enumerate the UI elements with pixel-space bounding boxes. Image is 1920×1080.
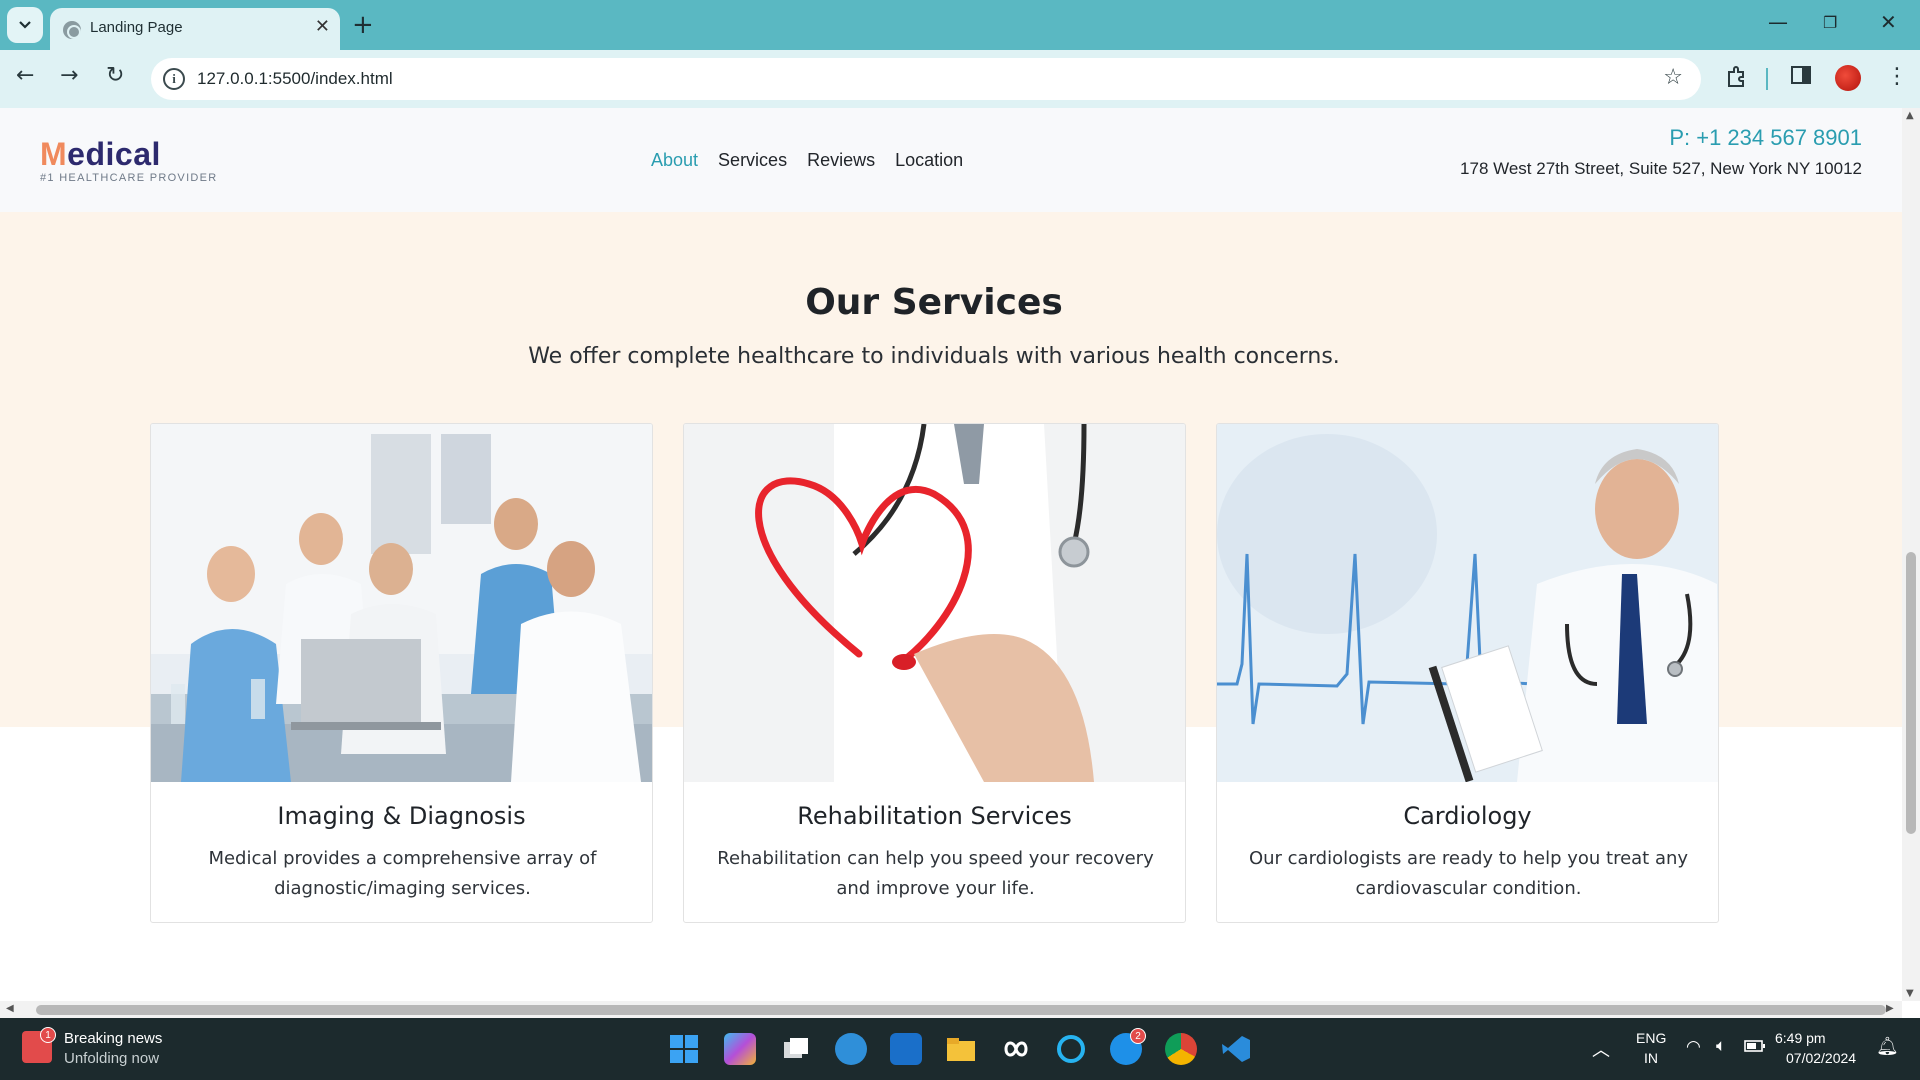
- volume-icon[interactable]: 🔈︎: [1716, 1036, 1726, 1056]
- service-card-imaging[interactable]: Imaging & Diagnosis Medical provides a c…: [150, 423, 653, 923]
- address-bar[interactable]: i 127.0.0.1:5500/index.html ☆: [151, 58, 1701, 100]
- reload-icon[interactable]: ↻: [106, 63, 124, 88]
- site-info-icon[interactable]: i: [163, 68, 185, 90]
- extensions-icon[interactable]: [1725, 64, 1749, 94]
- restore-icon[interactable]: ❐: [1823, 13, 1837, 32]
- browser-toolbar: ← → ↻ i 127.0.0.1:5500/index.html ☆ ⋮: [0, 50, 1920, 108]
- skype-badge: 2: [1130, 1028, 1146, 1044]
- page-viewport: Medical #1 HEALTHCARE PROVIDER About Ser…: [0, 108, 1902, 1001]
- main-nav: About Services Reviews Location: [651, 150, 963, 171]
- menu-kebab-icon[interactable]: ⋮: [1886, 64, 1908, 89]
- url-text[interactable]: 127.0.0.1:5500/index.html: [197, 69, 393, 89]
- browser-tab[interactable]: Landing Page ✕: [50, 8, 340, 50]
- minimize-icon[interactable]: —: [1768, 10, 1788, 34]
- close-window-icon[interactable]: ✕: [1880, 10, 1897, 34]
- language-region[interactable]: IN: [1644, 1050, 1658, 1066]
- scroll-right-arrow-icon[interactable]: ▶: [1886, 1003, 1894, 1014]
- new-tab-button[interactable]: +: [352, 10, 374, 40]
- card-title: Rehabilitation Services: [797, 802, 1072, 830]
- vscode-icon[interactable]: [1220, 1033, 1252, 1065]
- task-view-icon[interactable]: [780, 1033, 812, 1065]
- copilot-icon[interactable]: [724, 1033, 756, 1065]
- nav-reviews[interactable]: Reviews: [807, 150, 875, 171]
- cardiologist-photo: [1217, 424, 1718, 782]
- nav-services[interactable]: Services: [718, 150, 787, 171]
- bookmark-star-icon[interactable]: ☆: [1663, 65, 1683, 90]
- infinity-app-icon[interactable]: [1000, 1033, 1032, 1065]
- site-header: Medical #1 HEALTHCARE PROVIDER About Ser…: [0, 108, 1902, 212]
- news-badge: 1: [40, 1027, 56, 1043]
- myhp-icon[interactable]: [890, 1033, 922, 1065]
- taskbar: 1 Breaking news Unfolding now 2 ︿ ENG IN…: [0, 1018, 1920, 1080]
- notification-bell-icon[interactable]: 🔔︎: [1876, 1036, 1899, 1057]
- service-card-rehabilitation[interactable]: Rehabilitation Services Rehabilitation c…: [683, 423, 1186, 923]
- horizontal-scrollbar[interactable]: ◀ ▶: [0, 1001, 1902, 1018]
- card-title: Cardiology: [1403, 802, 1532, 830]
- wifi-icon[interactable]: ◠: [1686, 1037, 1701, 1057]
- back-icon[interactable]: ←: [16, 63, 34, 88]
- news-subtitle[interactable]: Unfolding now: [64, 1050, 159, 1067]
- phone-number[interactable]: P: +1 234 567 8901: [1669, 125, 1862, 151]
- nav-about[interactable]: About: [651, 150, 698, 171]
- toolbar-separator: [1766, 68, 1768, 90]
- clock-time[interactable]: 6:49 pm: [1775, 1030, 1826, 1046]
- news-title[interactable]: Breaking news: [64, 1030, 162, 1047]
- doctor-heart-photo: [684, 424, 1185, 782]
- vertical-scroll-thumb[interactable]: [1906, 552, 1916, 834]
- show-hidden-icons-chevron-icon[interactable]: ︿: [1592, 1036, 1610, 1062]
- profile-avatar[interactable]: [1835, 65, 1861, 91]
- nav-location[interactable]: Location: [895, 150, 963, 171]
- logo-tagline: #1 HEALTHCARE PROVIDER: [40, 172, 218, 184]
- card-description: Our cardiologists are ready to help you …: [1248, 848, 1689, 899]
- scroll-down-arrow-icon[interactable]: ▼: [1906, 988, 1914, 999]
- address: 178 West 27th Street, Suite 527, New Yor…: [1460, 159, 1862, 178]
- horizontal-scroll-thumb[interactable]: [36, 1005, 1886, 1015]
- services-subtitle: We offer complete healthcare to individu…: [528, 344, 1340, 369]
- language-code[interactable]: ENG: [1636, 1030, 1666, 1046]
- scroll-left-arrow-icon[interactable]: ◀: [6, 1003, 14, 1014]
- service-card-cardiology[interactable]: Cardiology Our cardiologists are ready t…: [1216, 423, 1719, 923]
- tab-close-icon[interactable]: ✕: [315, 16, 330, 37]
- side-panel-icon[interactable]: [1790, 64, 1812, 92]
- services-title: Our Services: [805, 282, 1063, 323]
- vertical-scrollbar[interactable]: ▲ ▼: [1902, 108, 1920, 1001]
- globe-icon: [63, 21, 81, 39]
- card-description: Rehabilitation can help you speed your r…: [717, 848, 1154, 899]
- battery-icon[interactable]: [1744, 1039, 1766, 1058]
- chevron-down-icon: [19, 21, 31, 29]
- clock-date[interactable]: 07/02/2024: [1786, 1050, 1856, 1066]
- file-explorer-icon[interactable]: [945, 1033, 977, 1065]
- help-icon[interactable]: [835, 1033, 867, 1065]
- browser-tab-strip: Landing Page ✕ + — ❐ ✕: [0, 0, 1920, 50]
- chrome-icon[interactable]: [1165, 1033, 1197, 1065]
- tab-title: Landing Page: [90, 19, 183, 36]
- start-windows-icon[interactable]: [668, 1033, 700, 1065]
- logo[interactable]: Medical: [40, 136, 161, 173]
- doctors-team-photo: [151, 424, 652, 782]
- card-title: Imaging & Diagnosis: [277, 802, 526, 830]
- card-description: Medical provides a comprehensive array o…: [208, 848, 597, 899]
- scroll-up-arrow-icon[interactable]: ▲: [1906, 110, 1914, 121]
- forward-icon[interactable]: →: [60, 63, 78, 88]
- tab-search-button[interactable]: [7, 7, 43, 43]
- cortana-icon[interactable]: [1055, 1033, 1087, 1065]
